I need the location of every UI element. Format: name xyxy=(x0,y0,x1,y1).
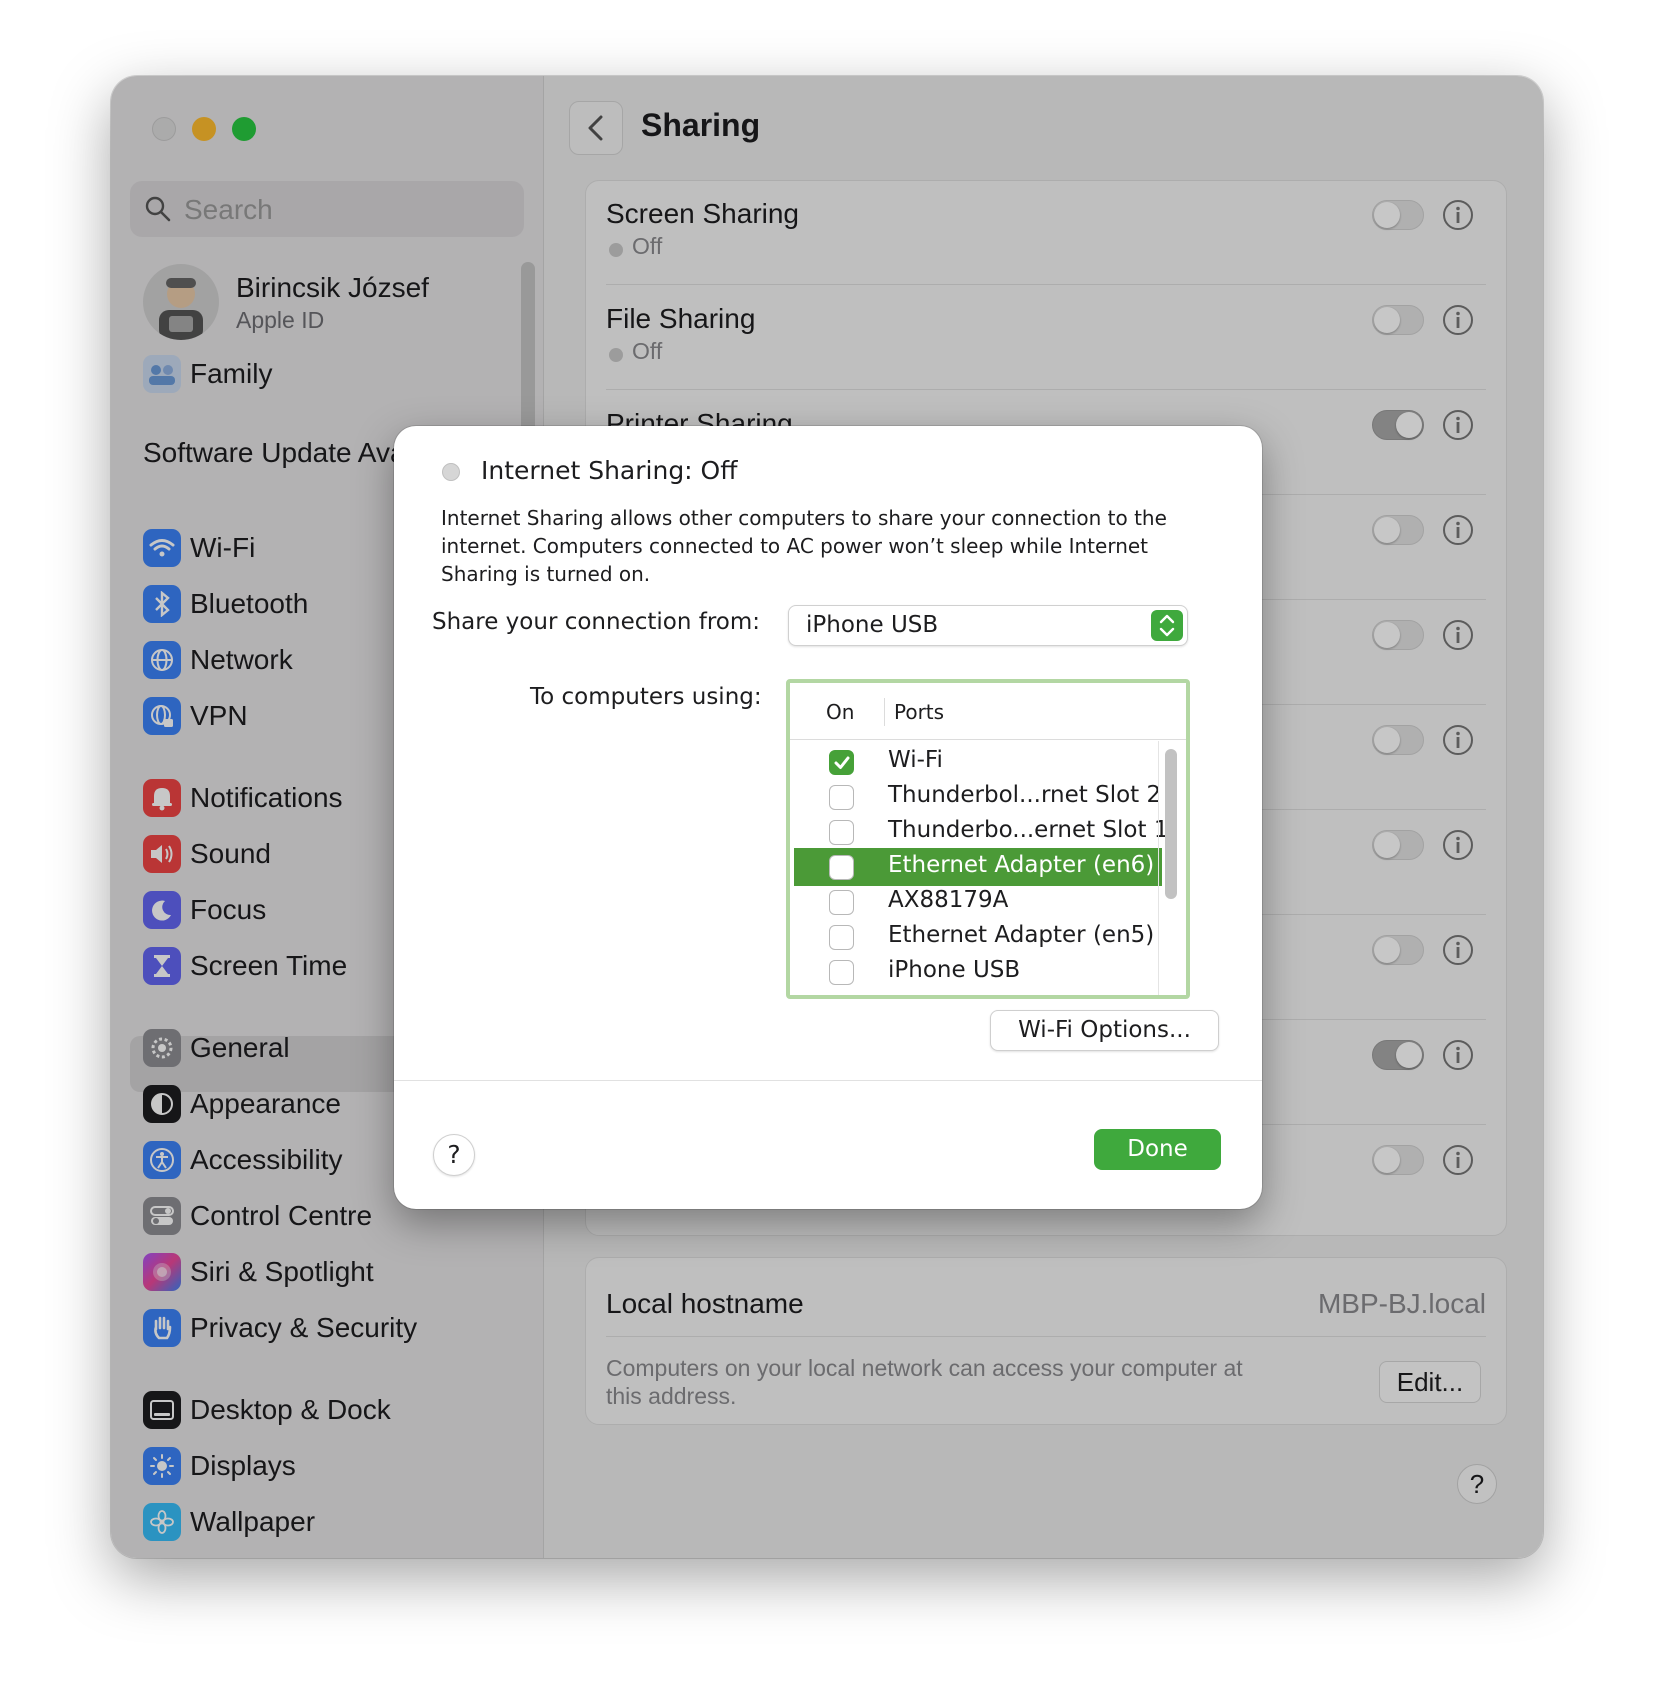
table-row[interactable]: iPhone USB xyxy=(794,953,1162,991)
wifi-options-button[interactable]: Wi-Fi Options... xyxy=(990,1010,1219,1051)
ports-table[interactable]: On Ports Wi-Fi Thunderbol...rnet Slot 2 … xyxy=(786,679,1190,999)
dialog-divider xyxy=(394,1080,1262,1081)
column-divider xyxy=(884,698,885,726)
share-from-value: iPhone USB xyxy=(806,612,939,638)
table-header: On Ports xyxy=(790,683,1186,740)
port-label: Wi-Fi xyxy=(888,747,943,773)
column-header-ports[interactable]: Ports xyxy=(894,700,944,724)
port-label: Thunderbol...rnet Slot 2 xyxy=(888,782,1162,808)
table-row[interactable]: AX88179A xyxy=(794,883,1162,921)
table-row[interactable]: Thunderbol...rnet Slot 2 xyxy=(794,778,1162,816)
table-row-selected[interactable]: Ethernet Adapter (en6) xyxy=(794,848,1162,886)
port-label: Ethernet Adapter (en5) xyxy=(888,922,1155,948)
chevron-up-down-icon xyxy=(1151,610,1183,641)
port-label: AX88179A xyxy=(888,887,1009,913)
scrollbar-thumb[interactable] xyxy=(1165,749,1177,899)
table-scrollbar[interactable] xyxy=(1158,741,1183,995)
port-checkbox[interactable] xyxy=(829,890,854,915)
port-checkbox[interactable] xyxy=(829,960,854,985)
port-label: Thunderbo...ernet Slot 1 xyxy=(888,817,1169,843)
port-checkbox[interactable] xyxy=(829,820,854,845)
port-checkbox[interactable] xyxy=(829,785,854,810)
column-header-on[interactable]: On xyxy=(826,700,854,724)
done-button[interactable]: Done xyxy=(1094,1129,1221,1170)
dialog-title: Internet Sharing: Off xyxy=(481,456,738,485)
internet-sharing-dialog: Internet Sharing: Off Internet Sharing a… xyxy=(394,426,1262,1209)
share-from-select[interactable]: iPhone USB xyxy=(788,605,1188,646)
port-checkbox[interactable] xyxy=(829,855,854,880)
port-label: iPhone USB xyxy=(888,957,1021,983)
help-button[interactable]: ? xyxy=(433,1134,475,1176)
status-dot xyxy=(442,463,460,481)
dialog-description: Internet Sharing allows other computers … xyxy=(441,506,1167,586)
port-checkbox[interactable] xyxy=(829,925,854,950)
port-label: Ethernet Adapter (en6) xyxy=(888,852,1155,878)
table-row[interactable]: Thunderbo...ernet Slot 1 xyxy=(794,813,1168,851)
share-from-label: Share your connection from: xyxy=(432,609,761,635)
checkmark-icon xyxy=(834,756,850,769)
table-row[interactable]: Ethernet Adapter (en5) xyxy=(794,918,1162,956)
to-computers-label: To computers using: xyxy=(530,684,762,710)
port-checkbox[interactable] xyxy=(829,750,854,775)
table-row[interactable]: Wi-Fi xyxy=(794,743,1162,781)
